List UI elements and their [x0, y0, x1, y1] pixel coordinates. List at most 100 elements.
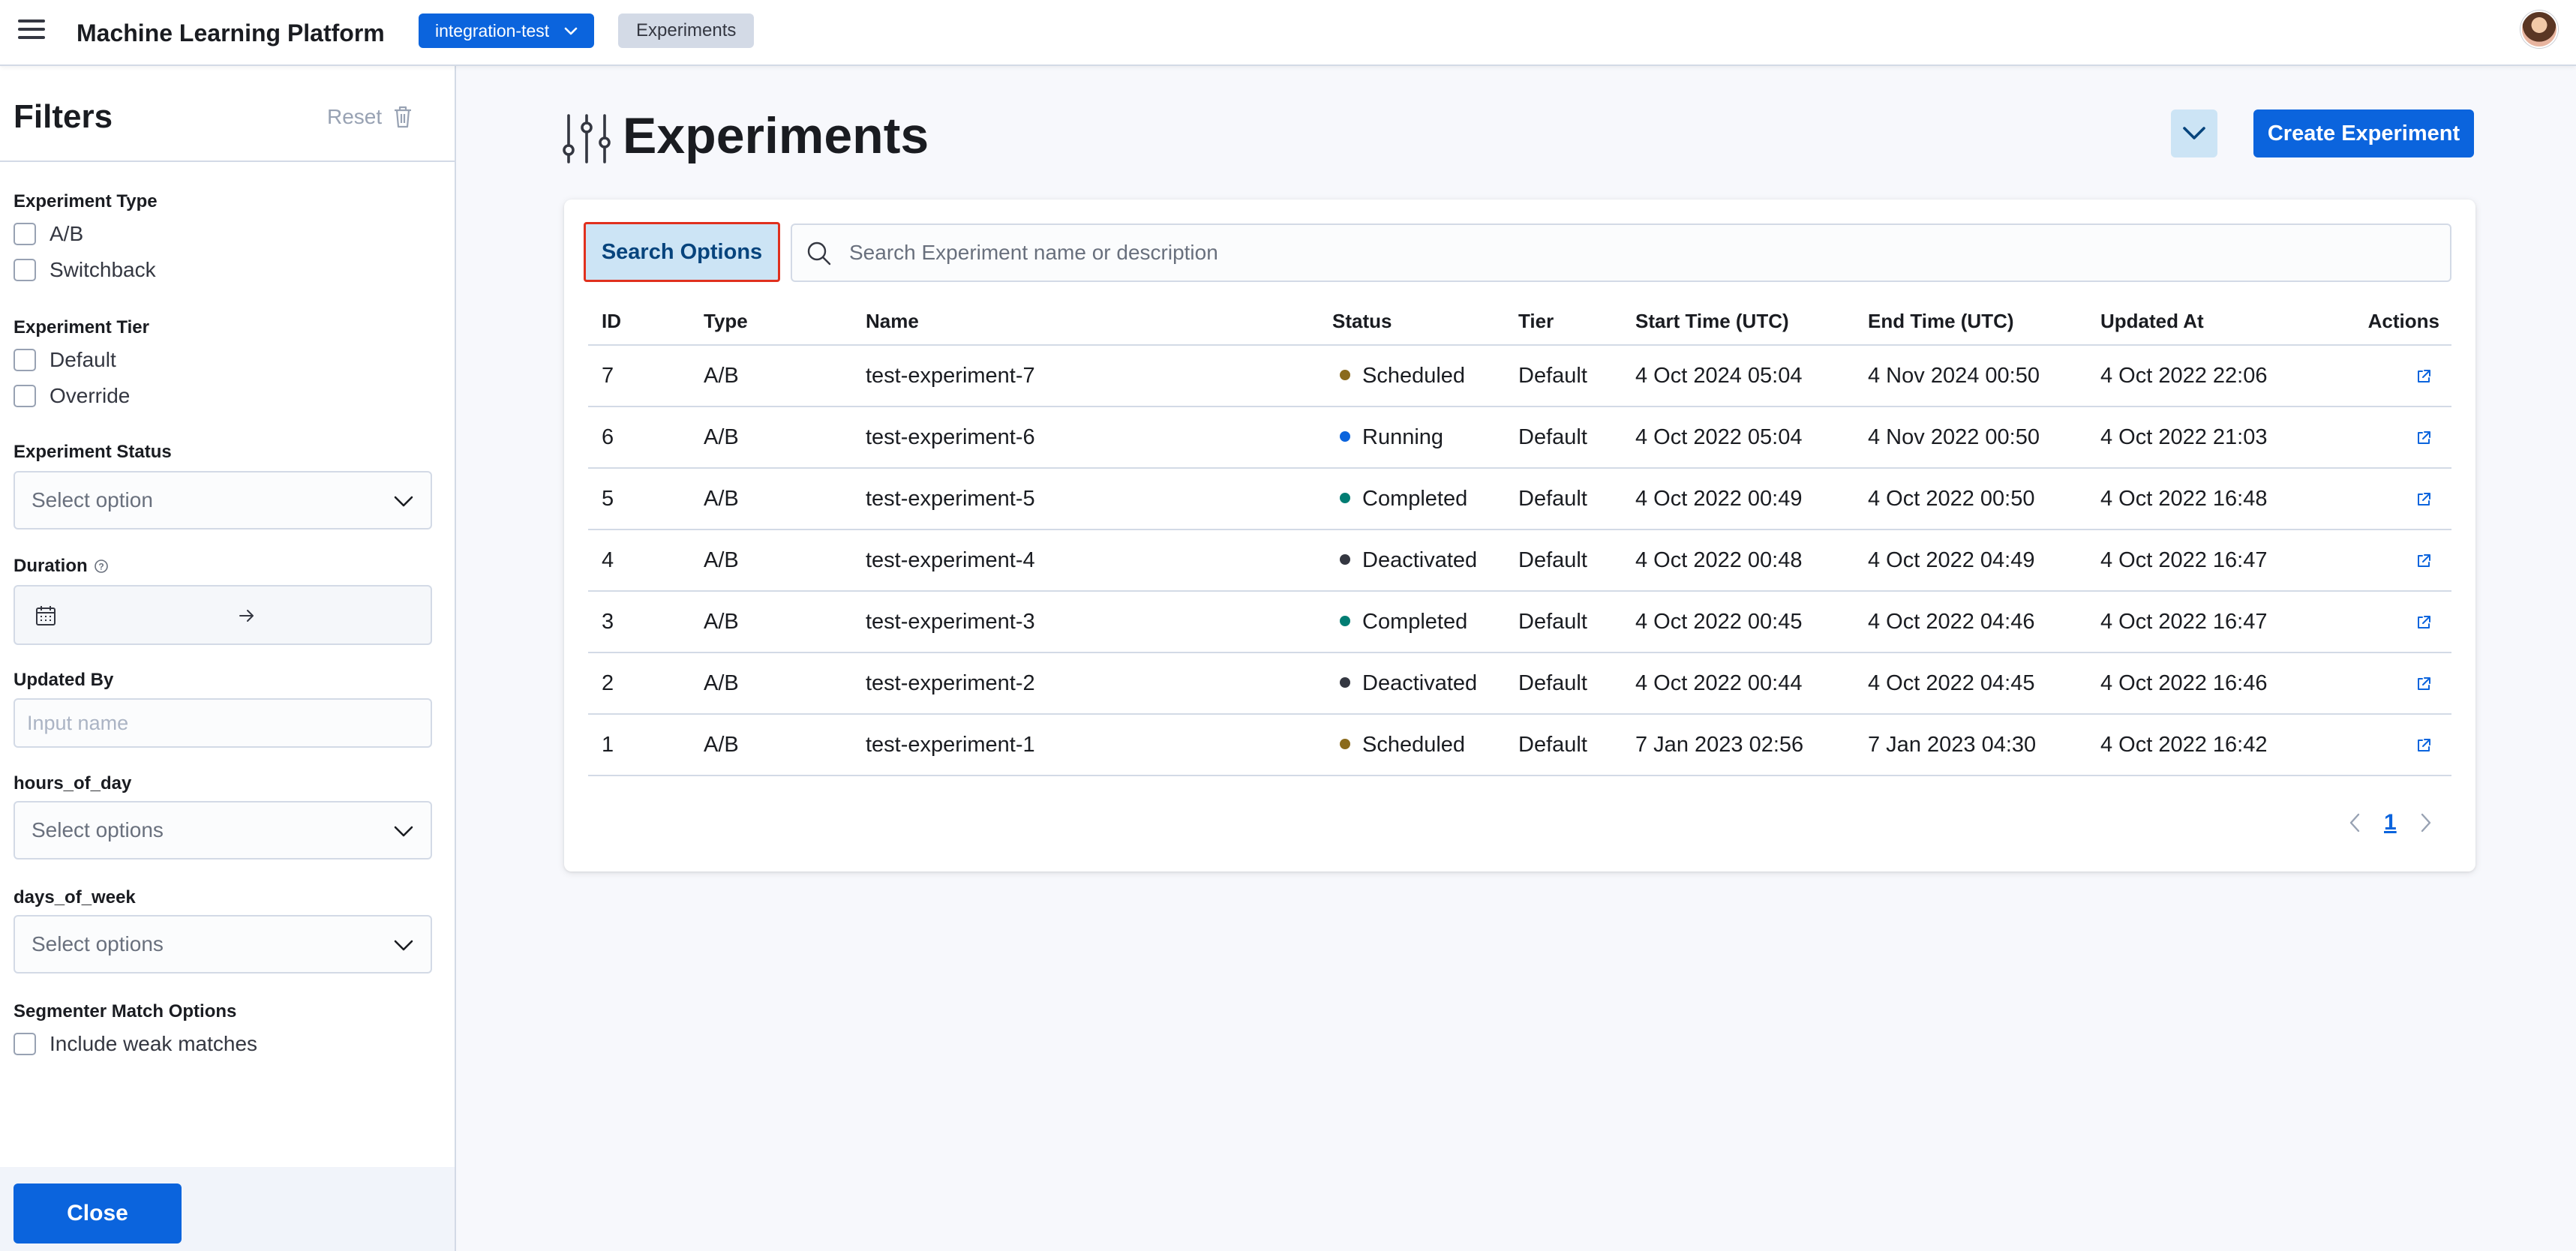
column-header-id[interactable]: ID [588, 298, 704, 346]
trash-icon [395, 106, 412, 128]
cell-id: 2 [588, 652, 704, 715]
calendar-icon [36, 606, 56, 626]
reset-label: Reset [327, 105, 383, 128]
table-row[interactable]: 2 A/B test-experiment-2 Deactivated Defa… [588, 652, 2451, 715]
cell-tier: Default [1518, 406, 1635, 469]
tier-override-checkbox[interactable]: Override [14, 382, 130, 410]
checkbox[interactable] [14, 349, 36, 371]
cell-id: 3 [588, 591, 704, 653]
experiment-status-label: Experiment Status [14, 442, 172, 462]
search-placeholder: Search Experiment name or description [849, 241, 1218, 264]
type-ab-checkbox[interactable]: A/B [14, 220, 83, 248]
chevron-down-icon [2183, 127, 2205, 140]
cell-type: A/B [704, 468, 866, 530]
cell-status: Scheduled [1332, 714, 1518, 776]
column-header-end-time[interactable]: End Time (UTC) [1868, 298, 2100, 346]
checkbox-label: Default [50, 348, 116, 371]
external-link-icon[interactable] [2415, 614, 2432, 631]
cell-name: test-experiment-4 [866, 530, 1332, 592]
external-link-icon[interactable] [2415, 491, 2432, 508]
days-of-week-select[interactable]: Select options [14, 915, 432, 974]
cell-updated-at: 4 Oct 2022 16:47 [2100, 591, 2352, 653]
tier-default-checkbox[interactable]: Default [14, 346, 116, 374]
experiment-status-select[interactable]: Select option [14, 471, 432, 530]
page-number[interactable]: 1 [2384, 810, 2397, 836]
column-header-start-time[interactable]: Start Time (UTC) [1635, 298, 1868, 346]
cell-updated-at: 4 Oct 2022 16:47 [2100, 530, 2352, 592]
checkbox-label: Override [50, 384, 131, 407]
expand-toggle-button[interactable] [2171, 110, 2217, 158]
cell-actions [2352, 652, 2451, 715]
cell-actions [2352, 591, 2451, 653]
cell-updated-at: 4 Oct 2022 16:46 [2100, 652, 2352, 715]
reset-button[interactable]: Reset [327, 104, 413, 130]
help-icon[interactable]: ? [94, 559, 109, 574]
experiment-tier-label: Experiment Tier [14, 317, 149, 338]
column-header-name[interactable]: Name [866, 298, 1332, 346]
cell-start-time: 4 Oct 2024 05:04 [1635, 345, 1868, 407]
checkbox[interactable] [14, 1033, 36, 1055]
search-input[interactable]: Search Experiment name or description [791, 224, 2451, 282]
checkbox[interactable] [14, 385, 36, 407]
column-header-updated-at[interactable]: Updated At [2100, 298, 2352, 346]
cell-id: 5 [588, 468, 704, 530]
search-options-button[interactable]: Search Options [584, 222, 780, 282]
column-header-status[interactable]: Status [1332, 298, 1518, 346]
create-experiment-button[interactable]: Create Experiment [2253, 110, 2474, 158]
breadcrumb-experiments[interactable]: Experiments [618, 14, 755, 48]
cell-end-time: 4 Oct 2022 04:49 [1868, 530, 2100, 592]
table-row[interactable]: 3 A/B test-experiment-3 Completed Defaul… [588, 591, 2451, 653]
arrow-right-icon [239, 610, 254, 622]
checkbox-label: Include weak matches [50, 1032, 258, 1055]
cell-type: A/B [704, 652, 866, 715]
table-row[interactable]: 5 A/B test-experiment-5 Completed Defaul… [588, 468, 2451, 530]
external-link-icon[interactable] [2415, 737, 2432, 754]
chevron-right-icon[interactable] [2418, 812, 2434, 834]
user-avatar[interactable] [2520, 10, 2558, 48]
cell-actions [2352, 345, 2451, 407]
cell-type: A/B [704, 345, 866, 407]
cell-updated-at: 4 Oct 2022 16:42 [2100, 714, 2352, 776]
environment-selector[interactable]: integration-test [419, 14, 595, 48]
chevron-left-icon[interactable] [2346, 812, 2363, 834]
checkbox[interactable] [14, 259, 36, 281]
filters-sidebar: Filters Reset Experiment Type A/B Switch… [0, 66, 456, 1251]
table-row[interactable]: 4 A/B test-experiment-4 Deactivated Defa… [588, 530, 2451, 592]
cell-status: Running [1332, 406, 1518, 469]
cell-type: A/B [704, 714, 866, 776]
column-header-tier[interactable]: Tier [1518, 298, 1635, 346]
table-row[interactable]: 6 A/B test-experiment-6 Running Default … [588, 406, 2451, 469]
duration-label-row: Duration ? [14, 555, 109, 578]
status-label: Scheduled [1362, 363, 1466, 388]
include-weak-matches-checkbox[interactable]: Include weak matches [14, 1030, 257, 1058]
cell-tier: Default [1518, 530, 1635, 592]
cell-type: A/B [704, 406, 866, 469]
hours-of-day-select[interactable]: Select options [14, 801, 432, 860]
app-title: Machine Learning Platform [77, 20, 385, 46]
select-placeholder: Select options [32, 932, 164, 956]
type-switchback-checkbox[interactable]: Switchback [14, 256, 156, 284]
chevron-down-icon [394, 826, 413, 837]
cell-id: 1 [588, 714, 704, 776]
close-button[interactable]: Close [14, 1184, 182, 1244]
cell-end-time: 4 Nov 2022 00:50 [1868, 406, 2100, 469]
cell-id: 6 [588, 406, 704, 469]
column-header-type[interactable]: Type [704, 298, 866, 346]
external-link-icon[interactable] [2415, 430, 2432, 446]
cell-name: test-experiment-6 [866, 406, 1332, 469]
external-link-icon[interactable] [2415, 553, 2432, 569]
external-link-icon[interactable] [2415, 676, 2432, 692]
status-dot [1340, 615, 1350, 626]
external-link-icon[interactable] [2415, 368, 2432, 385]
cell-start-time: 4 Oct 2022 00:44 [1635, 652, 1868, 715]
updated-by-input[interactable]: Input name [14, 698, 432, 748]
table-row[interactable]: 1 A/B test-experiment-1 Scheduled Defaul… [588, 714, 2451, 776]
status-dot [1340, 369, 1350, 380]
duration-date-range[interactable] [14, 585, 432, 645]
checkbox-label: Switchback [50, 258, 156, 281]
status-label: Scheduled [1362, 732, 1466, 757]
checkbox[interactable] [14, 223, 36, 245]
top-header: Machine Learning Platform integration-te… [0, 0, 2576, 66]
menu-icon[interactable] [18, 20, 45, 46]
table-row[interactable]: 7 A/B test-experiment-7 Scheduled Defaul… [588, 345, 2451, 407]
